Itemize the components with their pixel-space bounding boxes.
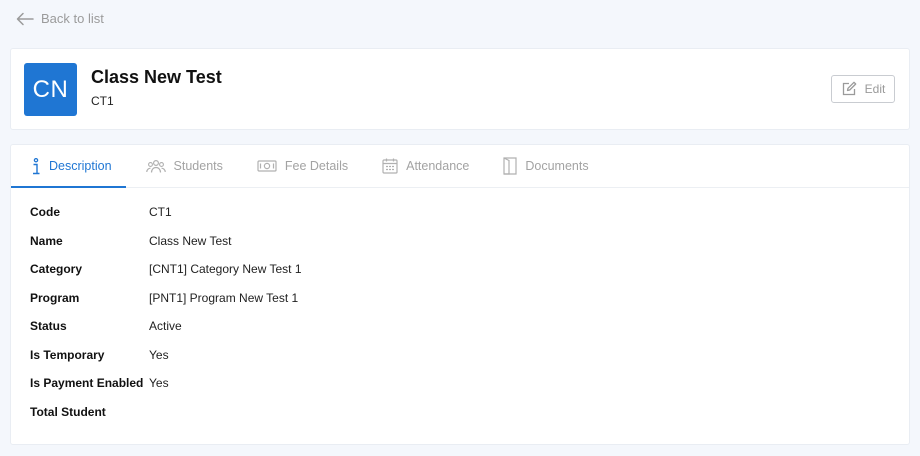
field-row: Name Class New Test xyxy=(30,234,302,263)
field-label: Name xyxy=(30,233,63,248)
tab-fee-details[interactable]: Fee Details xyxy=(237,145,362,187)
tab-label: Students xyxy=(173,159,223,173)
field-value: Yes xyxy=(149,347,169,362)
field-row: Is Temporary Yes xyxy=(30,348,302,377)
description-fields: Code CT1 Name Class New Test Category [C… xyxy=(30,205,302,433)
money-icon xyxy=(257,160,277,172)
tab-students[interactable]: Students xyxy=(126,145,237,187)
field-row: Is Payment Enabled Yes xyxy=(30,376,302,405)
avatar: CN xyxy=(24,63,77,116)
field-row: Total Student xyxy=(30,405,302,434)
field-label: Is Payment Enabled xyxy=(30,376,144,390)
back-to-list-label: Back to list xyxy=(41,11,104,26)
page-title: Class New Test xyxy=(91,67,222,87)
tab-documents[interactable]: Documents xyxy=(483,145,602,187)
field-row: Code CT1 xyxy=(30,205,302,234)
page-subtitle: CT1 xyxy=(91,94,114,108)
field-label: Status xyxy=(30,319,67,333)
calendar-icon xyxy=(382,158,398,174)
info-icon xyxy=(33,157,40,174)
arrow-left-icon xyxy=(16,12,34,25)
back-to-list-link[interactable]: Back to list xyxy=(16,11,104,26)
field-value: CT1 xyxy=(149,205,172,219)
tab-label: Description xyxy=(49,159,112,173)
edit-button[interactable]: Edit xyxy=(831,75,895,103)
field-label: Program xyxy=(30,290,80,305)
field-value: Active xyxy=(149,319,182,333)
field-label: Total Student xyxy=(30,404,106,419)
detail-card: Description Students Fee Details Attenda… xyxy=(10,144,910,445)
field-label: Code xyxy=(30,205,60,219)
field-value: [PNT1] Program New Test 1 xyxy=(149,290,299,305)
class-header-card: CN Class New Test CT1 Edit xyxy=(10,48,910,130)
tab-label: Documents xyxy=(525,159,589,173)
field-row: Status Active xyxy=(30,319,302,348)
tab-description[interactable]: Description xyxy=(11,145,126,188)
field-value: [CNT1] Category New Test 1 xyxy=(149,262,302,276)
document-icon xyxy=(503,157,517,175)
edit-icon xyxy=(842,81,857,96)
tab-attendance[interactable]: Attendance xyxy=(362,145,483,187)
edit-label: Edit xyxy=(864,82,886,96)
tab-bar: Description Students Fee Details Attenda… xyxy=(11,145,909,188)
tab-label: Fee Details xyxy=(284,159,349,173)
field-row: Category [CNT1] Category New Test 1 xyxy=(30,262,302,291)
field-label: Is Temporary xyxy=(30,347,105,362)
tab-label: Attendance xyxy=(406,159,470,173)
field-label: Category xyxy=(30,262,83,276)
field-row: Program [PNT1] Program New Test 1 xyxy=(30,291,302,320)
people-icon xyxy=(145,159,166,173)
field-value: Class New Test xyxy=(149,233,232,248)
field-value: Yes xyxy=(149,376,169,390)
